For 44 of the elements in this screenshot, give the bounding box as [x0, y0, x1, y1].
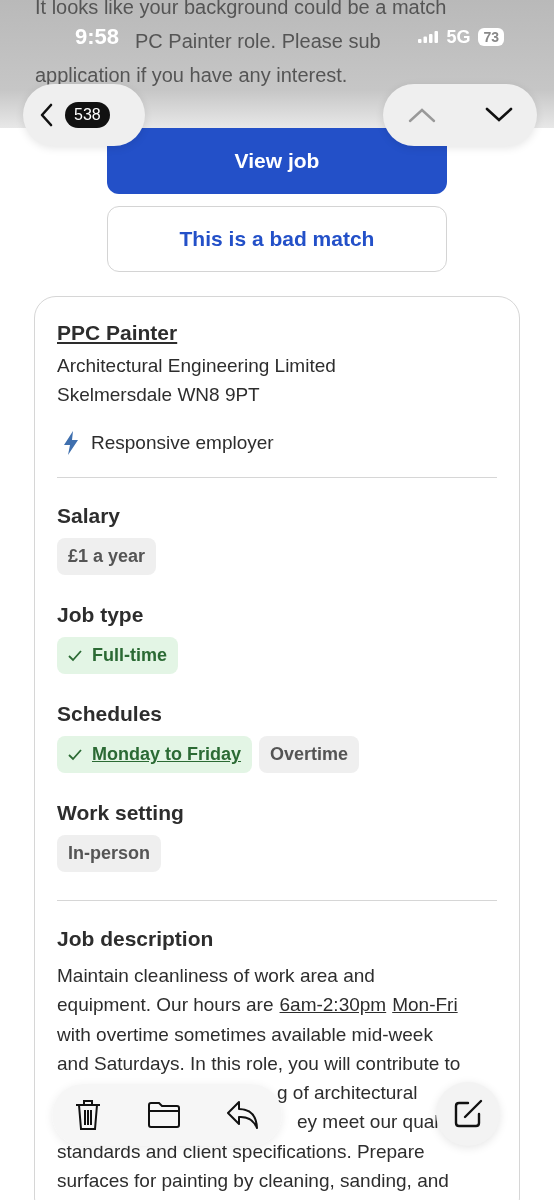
- schedule-link[interactable]: 6am-2:30pm: [279, 994, 387, 1016]
- job-tag: In-person: [57, 835, 161, 872]
- battery-indicator: 73: [478, 28, 504, 46]
- company-name: Architectural Engineering Limited: [57, 354, 337, 378]
- bad-match-button[interactable]: This is a bad match: [107, 206, 447, 272]
- schedule-link[interactable]: Mon-Fri: [392, 994, 458, 1016]
- compose-button[interactable]: [436, 1082, 500, 1146]
- description-text: ey meet our qual: [297, 1111, 439, 1133]
- down-chevron-icon[interactable]: [483, 106, 514, 124]
- signal-icon: [418, 31, 439, 43]
- back-button[interactable]: 538: [23, 84, 145, 146]
- reply-icon[interactable]: [225, 1100, 260, 1130]
- section-heading: Salary: [57, 504, 122, 528]
- job-tag: Monday to Friday: [57, 736, 252, 773]
- job-tag: Overtime: [259, 736, 360, 773]
- description-text: Maintain cleanliness of work area and: [57, 965, 375, 986]
- trash-icon[interactable]: [74, 1099, 103, 1131]
- back-chevron-icon: [39, 103, 53, 127]
- description-text: with overtime sometimes available mid-week: [57, 1023, 433, 1045]
- description-text: equipment. Our hours are: [57, 994, 274, 1016]
- section-heading: Work setting: [57, 801, 185, 825]
- folder-icon[interactable]: [147, 1101, 181, 1129]
- intro-text: It looks like your background could be a match: [35, 0, 447, 20]
- description-text: standards and client specifications. Prepare: [57, 1140, 425, 1162]
- section-heading: Job type: [57, 603, 145, 627]
- job-title-link[interactable]: PPC Painter: [57, 321, 178, 345]
- lightning-icon: [63, 431, 79, 455]
- description-text: g of architectural: [277, 1082, 418, 1104]
- job-tag: £1 a year: [57, 538, 157, 575]
- section-heading: Schedules: [57, 702, 164, 726]
- job-location: Skelmersdale WN8 9PT: [57, 383, 261, 407]
- status-time: 9:58: [75, 24, 120, 50]
- intro-text: PC Painter role. Please sub: [135, 29, 381, 54]
- description-text: and Saturdays. In this role, you will contribute to: [57, 1052, 461, 1074]
- section-heading: Job description: [57, 927, 215, 951]
- check-icon: [68, 748, 82, 761]
- network-label: 5G: [446, 26, 471, 48]
- view-job-button[interactable]: View job: [107, 128, 447, 194]
- unread-count: 538: [65, 102, 110, 128]
- responsive-employer-label: Responsive employer: [91, 432, 274, 454]
- check-icon: [68, 649, 82, 662]
- compose-icon: [452, 1098, 484, 1130]
- description-text: surfaces for painting by cleaning, sanding, and: [57, 1170, 449, 1192]
- job-tag: Full-time: [57, 637, 178, 674]
